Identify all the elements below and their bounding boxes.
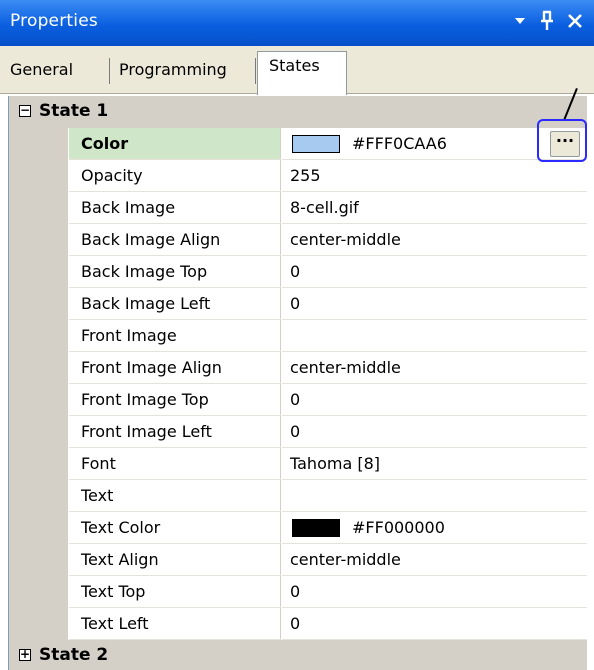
- row-gutter: [9, 224, 68, 256]
- tab-bar: General Programming States: [0, 46, 594, 95]
- property-name[interactable]: Back Image Align: [69, 224, 281, 256]
- property-value[interactable]: 0: [282, 384, 587, 416]
- property-name[interactable]: Text Color: [69, 512, 281, 544]
- window-title: Properties: [10, 11, 98, 31]
- pin-icon: [541, 10, 553, 30]
- property-row[interactable]: Back Image 8-cell.gif: [9, 192, 587, 224]
- property-name[interactable]: Opacity: [69, 160, 281, 192]
- category-row[interactable]: − State 1: [9, 96, 587, 128]
- property-row[interactable]: Back Image Align center-middle: [9, 224, 587, 256]
- property-value[interactable]: [282, 480, 587, 512]
- close-button[interactable]: [562, 6, 588, 36]
- property-value[interactable]: 0: [282, 608, 587, 640]
- property-value[interactable]: 0: [282, 576, 587, 608]
- property-row[interactable]: Front Image Left 0: [9, 416, 587, 448]
- property-name[interactable]: Front Image Left: [69, 416, 281, 448]
- property-row[interactable]: Text: [9, 480, 587, 512]
- property-row[interactable]: Text Top 0: [9, 576, 587, 608]
- row-gutter: [9, 608, 68, 640]
- color-picker-button[interactable]: ···: [550, 131, 580, 157]
- property-name[interactable]: Font: [69, 448, 281, 480]
- collapse-icon[interactable]: −: [19, 104, 31, 117]
- properties-titlebar: Properties: [0, 0, 594, 46]
- category-row[interactable]: + State 2: [9, 640, 587, 670]
- property-name[interactable]: Front Image: [69, 320, 281, 352]
- row-gutter: [9, 512, 68, 544]
- row-gutter: [9, 416, 68, 448]
- row-gutter: [9, 352, 68, 384]
- category-label: State 1: [39, 101, 109, 121]
- close-icon: [568, 14, 582, 28]
- row-gutter: [9, 384, 68, 416]
- row-gutter: [9, 480, 68, 512]
- color-value-text: #FFF0CAA6: [352, 134, 447, 153]
- property-row[interactable]: Text Align center-middle: [9, 544, 587, 576]
- color-value-text: #FF000000: [352, 518, 445, 537]
- property-value[interactable]: 255: [282, 160, 587, 192]
- row-gutter: [9, 160, 68, 192]
- tab-separator: [109, 58, 110, 84]
- property-value[interactable]: 0: [282, 288, 587, 320]
- expand-icon[interactable]: +: [19, 648, 31, 661]
- property-row[interactable]: Opacity 255: [9, 160, 587, 192]
- tab-separator: [255, 58, 256, 84]
- row-gutter: [9, 576, 68, 608]
- row-gutter: [9, 192, 68, 224]
- row-gutter: [9, 288, 68, 320]
- property-row[interactable]: Text Left 0: [9, 608, 587, 640]
- tab-programming[interactable]: Programming: [119, 58, 259, 85]
- chevron-down-icon: [515, 18, 525, 24]
- row-gutter: [9, 448, 68, 480]
- property-name[interactable]: Front Image Top: [69, 384, 281, 416]
- property-value[interactable]: center-middle: [282, 352, 587, 384]
- color-swatch: [292, 519, 340, 537]
- window-dropdown-button[interactable]: [507, 6, 533, 36]
- property-value[interactable]: #FFF0CAA6: [282, 128, 587, 160]
- property-value[interactable]: 0: [282, 416, 587, 448]
- property-value[interactable]: 8-cell.gif: [282, 192, 587, 224]
- property-value[interactable]: Tahoma [8]: [282, 448, 587, 480]
- row-gutter: [9, 320, 68, 352]
- property-name[interactable]: Text Left: [69, 608, 281, 640]
- property-value[interactable]: center-middle: [282, 224, 587, 256]
- property-name[interactable]: Back Image: [69, 192, 281, 224]
- property-row[interactable]: Front Image: [9, 320, 587, 352]
- property-name[interactable]: Text Top: [69, 576, 281, 608]
- property-row[interactable]: Font Tahoma [8]: [9, 448, 587, 480]
- property-name[interactable]: Back Image Top: [69, 256, 281, 288]
- property-row[interactable]: Front Image Align center-middle: [9, 352, 587, 384]
- row-gutter: [9, 128, 68, 160]
- property-value[interactable]: #FF000000: [282, 512, 587, 544]
- property-name[interactable]: Front Image Align: [69, 352, 281, 384]
- property-name[interactable]: Back Image Left: [69, 288, 281, 320]
- row-gutter: [9, 256, 68, 288]
- property-name[interactable]: Text Align: [69, 544, 281, 576]
- property-value[interactable]: [282, 320, 587, 352]
- tab-general[interactable]: General: [10, 58, 110, 85]
- property-row[interactable]: Back Image Top 0: [9, 256, 587, 288]
- property-value[interactable]: center-middle: [282, 544, 587, 576]
- row-gutter: [9, 544, 68, 576]
- property-row[interactable]: Front Image Top 0: [9, 384, 587, 416]
- property-row[interactable]: Text Color #FF000000: [9, 512, 587, 544]
- property-grid: − State 1 Color #FFF0CAA6 ··· Opacity 255 Back …: [8, 96, 587, 670]
- property-name[interactable]: Text: [69, 480, 281, 512]
- property-value[interactable]: 0: [282, 256, 587, 288]
- category-label: State 2: [39, 645, 109, 665]
- tab-states[interactable]: States: [257, 51, 347, 95]
- property-row[interactable]: Color #FFF0CAA6 ···: [9, 128, 587, 160]
- property-name[interactable]: Color: [69, 128, 281, 160]
- property-row[interactable]: Back Image Left 0: [9, 288, 587, 320]
- color-swatch: [292, 135, 340, 153]
- pin-button[interactable]: [535, 6, 559, 36]
